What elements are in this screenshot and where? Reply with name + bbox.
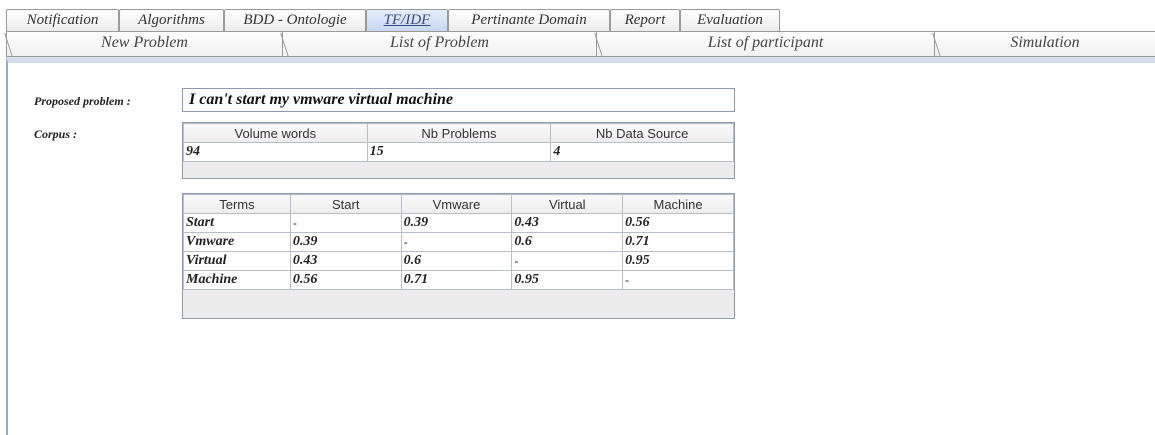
table-cell[interactable]: 0.71 [622, 232, 734, 252]
terms-header-terms: Terms [183, 194, 291, 214]
table-cell[interactable]: 0.95 [622, 251, 734, 271]
terms-table: Terms Start Vmware Virtual Machine Start… [183, 194, 734, 290]
table-cell[interactable]: 0.39 [400, 213, 513, 233]
tab-simulation[interactable]: Simulation [934, 31, 1155, 56]
tab-report[interactable]: Report [610, 9, 680, 31]
term-name-machine[interactable]: Machine [183, 270, 291, 290]
table-row: 94 15 4 [183, 142, 734, 162]
tab-tf-idf[interactable]: TF/IDF [366, 9, 448, 31]
table-cell[interactable]: 0.43 [511, 213, 624, 233]
table-row: Vmware 0.39 - 0.6 0.71 [183, 232, 734, 252]
terms-header-start: Start [289, 194, 402, 214]
table-cell[interactable]: 0.39 [289, 232, 402, 252]
table-cell[interactable]: 0.56 [622, 213, 734, 233]
tab-evaluation[interactable]: Evaluation [680, 9, 780, 31]
table-cell[interactable]: 0.95 [511, 270, 624, 290]
tab-bdd-ontologie[interactable]: BDD - Ontologie [224, 9, 366, 31]
tab-notification[interactable]: Notification [6, 9, 119, 31]
terms-header-vmware: Vmware [400, 194, 513, 214]
proposed-problem-input[interactable]: I can't start my vmware virtual machine [182, 88, 735, 112]
table-cell[interactable]: 0.56 [289, 270, 402, 290]
term-name-vmware[interactable]: Vmware [183, 232, 291, 252]
table-cell[interactable]: 0.43 [289, 251, 402, 271]
table-cell[interactable]: 0.6 [511, 232, 624, 252]
table-cell[interactable]: - [400, 232, 513, 252]
table-cell[interactable]: - [289, 213, 402, 233]
table-row: Virtual 0.43 0.6 - 0.95 [183, 251, 734, 271]
corpus-header-nb-data-source: Nb Data Source [550, 123, 734, 143]
term-name-virtual[interactable]: Virtual [183, 251, 291, 271]
tab-pertinante-domain[interactable]: Pertinante Domain [448, 9, 610, 31]
table-row: Start - 0.39 0.43 0.56 [183, 213, 734, 233]
tab-list-of-participant[interactable]: List of participant [596, 31, 934, 56]
table-row: Machine 0.56 0.71 0.95 - [183, 270, 734, 290]
tab-new-problem[interactable]: New Problem [6, 31, 282, 56]
table-cell[interactable]: - [622, 270, 734, 290]
table-cell[interactable]: - [511, 251, 624, 271]
terms-header-virtual: Virtual [511, 194, 624, 214]
corpus-header-volume-words: Volume words [183, 123, 368, 143]
proposed-problem-label: Proposed problem : [34, 94, 131, 108]
terms-header-machine: Machine [622, 194, 734, 214]
tab-list-of-problem[interactable]: List of Problem [282, 31, 596, 56]
term-name-start[interactable]: Start [183, 213, 291, 233]
table-cell[interactable]: 0.71 [400, 270, 513, 290]
table-cell[interactable]: 0.6 [400, 251, 513, 271]
corpus-table: Volume words Nb Problems Nb Data Source … [183, 123, 734, 162]
corpus-label: Corpus : [34, 127, 78, 141]
corpus-header-nb-problems: Nb Problems [366, 123, 552, 143]
top-tab-bar: Notification Algorithms BDD - Ontologie … [6, 9, 1155, 31]
corpus-cell-volume-words[interactable]: 94 [183, 142, 368, 162]
sub-tab-bar: New Problem List of Problem List of part… [6, 31, 1155, 57]
corpus-cell-nb-data-source[interactable]: 4 [550, 142, 734, 162]
tab-algorithms[interactable]: Algorithms [119, 9, 224, 31]
corpus-cell-nb-problems[interactable]: 15 [366, 142, 552, 162]
